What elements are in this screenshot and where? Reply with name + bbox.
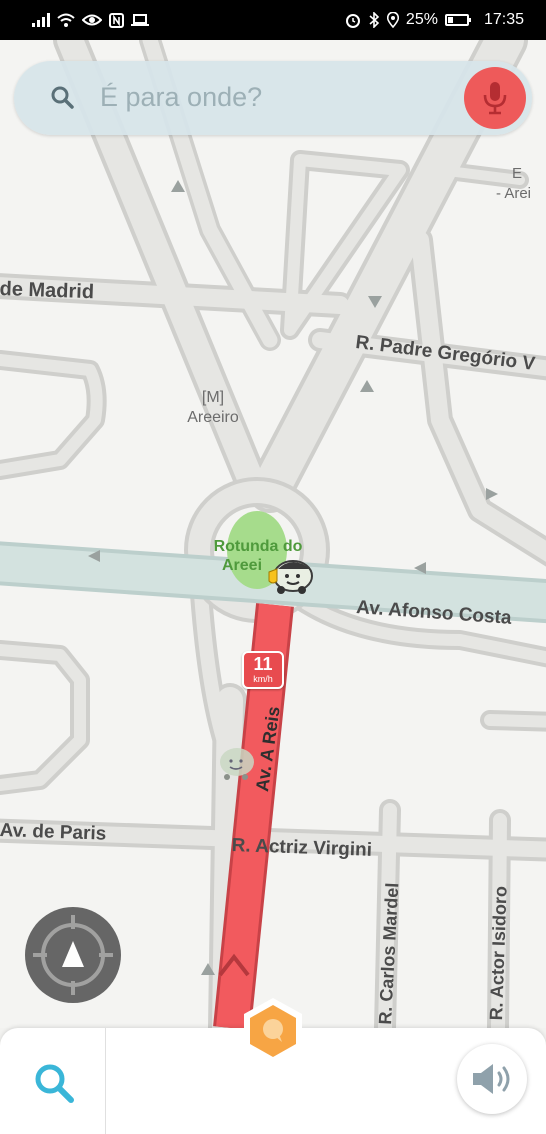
user-car-icon <box>268 560 313 594</box>
compass-target-icon <box>33 915 113 995</box>
signal-icon <box>32 13 50 27</box>
clock: 17:35 <box>483 11 524 28</box>
search-icon <box>35 1064 74 1103</box>
speed-unit: km/h <box>253 674 273 684</box>
metro-name: Areeiro <box>187 409 239 426</box>
report-hexagon-icon <box>244 998 302 1064</box>
speaker-icon <box>473 1064 510 1094</box>
laptop-icon <box>131 13 149 26</box>
sound-button[interactable] <box>457 1044 527 1114</box>
status-left <box>32 12 149 28</box>
corner-poi-line2: - Arei <box>496 185 532 202</box>
microphone-icon <box>483 82 507 115</box>
status-right: 25% 17:35 <box>345 11 524 29</box>
bottom-search-button[interactable] <box>0 1028 106 1134</box>
mic-button[interactable] <box>464 67 526 129</box>
search-icon <box>51 86 74 109</box>
status-bar: 25% 17:35 <box>0 0 546 40</box>
search-input[interactable]: É para onde? <box>100 82 262 113</box>
speed-value: 11 <box>253 654 273 674</box>
corner-poi-line1: E <box>512 165 523 182</box>
report-button[interactable] <box>238 996 308 1066</box>
metro-poi: [M] Areeiro <box>176 388 250 428</box>
speed-badge: 11 km/h <box>242 651 284 689</box>
wifi-icon <box>57 13 75 27</box>
search-bar[interactable]: É para onde? <box>14 61 532 135</box>
eye-icon <box>82 14 102 26</box>
wazer-icon <box>220 748 254 780</box>
location-icon <box>386 12 399 28</box>
metro-symbol: [M] <box>201 389 225 406</box>
corner-poi: E - Arei <box>496 164 546 204</box>
rotunda-label-line1: Rotunda do <box>213 538 303 555</box>
map-roads <box>0 40 546 1028</box>
battery-percent: 25% <box>405 11 438 28</box>
nfc-icon <box>109 12 124 28</box>
bluetooth-icon <box>369 12 380 28</box>
battery-icon <box>444 14 471 26</box>
street-label-paris: Av. de Paris <box>0 820 107 845</box>
map-view[interactable]: de Madrid R. Padre Gregório V Av. Afonso… <box>0 40 546 1028</box>
street-label-madrid: de Madrid <box>0 278 95 304</box>
alarm-icon <box>345 14 360 28</box>
recenter-button[interactable] <box>25 907 121 1003</box>
